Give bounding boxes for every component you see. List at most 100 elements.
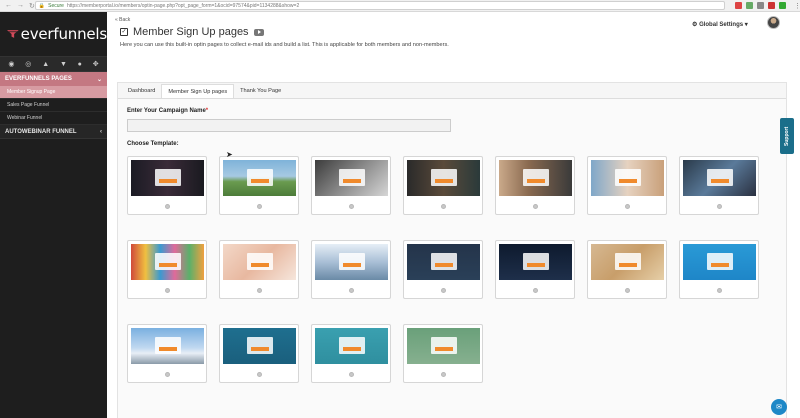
template-thumbnail[interactable] [315, 244, 388, 280]
template-radio[interactable] [533, 288, 538, 293]
template-form-preview [155, 337, 181, 354]
template-card[interactable] [127, 156, 207, 215]
template-radio[interactable] [165, 372, 170, 377]
template-card[interactable] [127, 240, 207, 299]
funnel-icon[interactable]: ▼ [60, 61, 67, 68]
template-radio[interactable] [349, 204, 354, 209]
template-radio[interactable] [257, 288, 262, 293]
template-thumbnail[interactable] [683, 160, 756, 196]
template-radio[interactable] [533, 204, 538, 209]
template-thumbnail[interactable] [315, 328, 388, 364]
tab-content: Enter Your Campaign Name* Choose Templat… [118, 98, 786, 418]
logo[interactable]: everfunnels [0, 12, 107, 56]
template-cta-preview [251, 179, 269, 183]
template-card[interactable] [311, 156, 391, 215]
template-card[interactable] [219, 156, 299, 215]
template-card[interactable] [219, 324, 299, 383]
template-card[interactable] [219, 240, 299, 299]
browser-menu-icon[interactable]: ⋮ [794, 2, 800, 10]
template-radio[interactable] [441, 372, 446, 377]
avatar[interactable] [767, 16, 780, 29]
template-card[interactable] [403, 324, 483, 383]
template-thumbnail[interactable] [407, 328, 480, 364]
tab-thank-you-page[interactable]: Thank You Page [234, 84, 287, 98]
global-settings-label: Global Settings [699, 22, 744, 28]
support-tab[interactable]: Support [780, 118, 794, 154]
template-thumbnail[interactable] [683, 244, 756, 280]
forward-arrow-icon[interactable]: → [17, 2, 24, 10]
template-thumbnail[interactable] [591, 244, 664, 280]
template-thumbnail[interactable] [499, 244, 572, 280]
template-cta-preview [527, 263, 545, 267]
template-radio[interactable] [717, 204, 722, 209]
template-radio[interactable] [441, 288, 446, 293]
template-radio[interactable] [257, 372, 262, 377]
template-thumbnail[interactable] [407, 160, 480, 196]
template-form-preview [615, 253, 641, 270]
template-card[interactable] [403, 240, 483, 299]
template-form-preview [707, 253, 733, 270]
video-play-icon[interactable] [253, 28, 264, 36]
template-radio[interactable] [257, 204, 262, 209]
template-thumbnail[interactable] [223, 328, 296, 364]
template-thumbnail[interactable] [591, 160, 664, 196]
template-card[interactable] [403, 156, 483, 215]
template-card[interactable] [679, 240, 759, 299]
sidebar-section-everfunnels-pages[interactable]: EVERFUNNELS PAGES ⌄ [0, 72, 107, 86]
template-cta-preview [435, 347, 453, 351]
template-form-preview [339, 169, 365, 186]
template-card[interactable] [587, 240, 667, 299]
sidebar-item-webinar-funnel[interactable]: Webinar Funnel [0, 112, 107, 125]
template-thumbnail[interactable] [315, 160, 388, 196]
graduation-cap-icon[interactable]: ▲ [42, 61, 49, 68]
template-card[interactable] [587, 156, 667, 215]
template-form-preview [523, 169, 549, 186]
template-radio[interactable] [441, 204, 446, 209]
extension-icon[interactable] [767, 2, 775, 9]
tab-member-sign-up-pages[interactable]: Member Sign Up pages [161, 84, 235, 98]
extension-icon[interactable] [734, 2, 742, 9]
template-radio[interactable] [625, 288, 630, 293]
address-bar[interactable]: 🔒 Secure https://memberportal.io/members… [34, 1, 725, 10]
eye-icon[interactable]: ◎ [25, 60, 31, 68]
template-card[interactable] [679, 156, 759, 215]
sidebar-item-sales-page-funnel[interactable]: Sales Page Funnel [0, 99, 107, 112]
sidebar-item-member-signup-page[interactable]: Member Signup Page [0, 86, 107, 99]
template-card[interactable] [495, 156, 575, 215]
campaign-name-label: Enter Your Campaign Name* [127, 108, 208, 114]
template-card[interactable] [311, 324, 391, 383]
template-form-preview [155, 169, 181, 186]
reload-icon[interactable]: ↻ [29, 2, 35, 10]
template-radio[interactable] [625, 204, 630, 209]
dashboard-icon[interactable]: ◉ [8, 60, 14, 68]
back-arrow-icon[interactable]: ← [5, 2, 12, 10]
template-radio[interactable] [349, 288, 354, 293]
campaign-name-input[interactable] [127, 119, 451, 132]
tab-dashboard[interactable]: Dashboard [122, 84, 161, 98]
global-settings-dropdown[interactable]: ⚙ Global Settings ▾ [692, 21, 748, 28]
template-thumbnail[interactable] [223, 160, 296, 196]
template-thumbnail[interactable] [131, 244, 204, 280]
template-card[interactable] [495, 240, 575, 299]
chat-bubble-icon[interactable]: ✉ [771, 399, 787, 415]
template-radio[interactable] [717, 288, 722, 293]
wrench-icon[interactable]: ✥ [93, 60, 99, 68]
extension-icon[interactable] [756, 2, 764, 9]
template-card[interactable] [127, 324, 207, 383]
user-icon[interactable]: ● [78, 61, 82, 68]
template-card[interactable] [311, 240, 391, 299]
url-text[interactable]: https://memberportal.io/members/optin-pa… [67, 3, 299, 9]
template-thumbnail[interactable] [131, 160, 204, 196]
template-radio[interactable] [165, 288, 170, 293]
template-thumbnail[interactable] [223, 244, 296, 280]
sidebar-section-autowebinar-funnel[interactable]: AUTOWEBINAR FUNNEL ‹ [0, 125, 107, 139]
template-thumbnail[interactable] [499, 160, 572, 196]
template-thumbnail[interactable] [407, 244, 480, 280]
template-radio[interactable] [165, 204, 170, 209]
back-link[interactable]: « Back [115, 17, 130, 23]
template-radio[interactable] [349, 372, 354, 377]
extension-icon[interactable] [778, 2, 786, 9]
secure-label: Secure [48, 2, 64, 9]
extension-icon[interactable] [745, 2, 753, 9]
template-thumbnail[interactable] [131, 328, 204, 364]
